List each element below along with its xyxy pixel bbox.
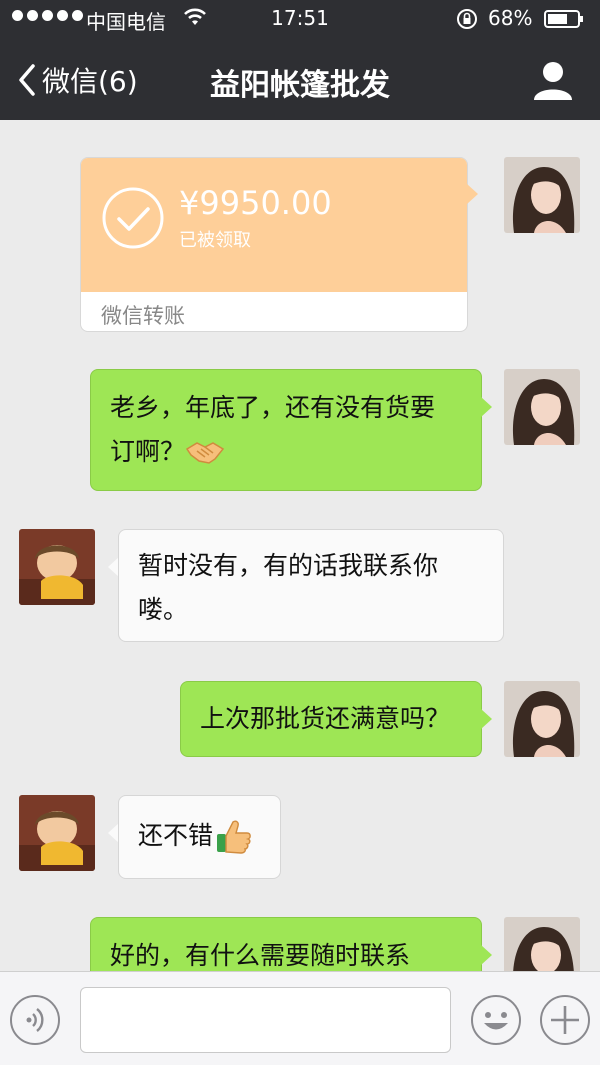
status-bar: 中国电信 17:51 68%	[0, 0, 600, 38]
transfer-amount: ¥9950.00	[179, 184, 332, 222]
bubble-tail	[467, 184, 478, 204]
bubble-tail	[481, 945, 492, 965]
message-text: 订啊？	[110, 437, 186, 466]
message-input[interactable]	[80, 987, 451, 1053]
top-bar: 中国电信 17:51 68% 微信(6) 益阳帐篷批发	[0, 0, 600, 120]
bubble-tail	[481, 709, 492, 729]
plus-icon[interactable]	[539, 994, 591, 1046]
voice-input-icon[interactable]	[9, 994, 61, 1046]
check-circle-icon	[102, 187, 164, 249]
transfer-card[interactable]: ¥9950.00 已被领取 微信转账	[80, 157, 468, 332]
my-avatar[interactable]	[504, 369, 580, 445]
message-bubble-contact[interactable]: 暂时没有，有的话我联系你 喽。	[118, 529, 504, 642]
message-text: 暂时没有，有的话我联系你	[138, 551, 439, 580]
transfer-footer-label: 微信转账	[101, 304, 185, 328]
my-avatar[interactable]	[504, 157, 580, 233]
input-bar	[0, 971, 600, 1065]
bubble-tail	[481, 397, 492, 417]
contact-avatar[interactable]	[19, 529, 95, 605]
emoji-icon[interactable]	[470, 994, 522, 1046]
message-bubble-me[interactable]: 上次那批货还满意吗？	[180, 681, 482, 757]
message-text: 喽。	[138, 595, 189, 624]
my-avatar[interactable]	[504, 681, 580, 757]
transfer-status: 已被领取	[179, 230, 251, 251]
message-text: 还不错	[138, 821, 214, 850]
thumbs-up-emoji-icon	[217, 820, 251, 854]
rotation-lock-icon	[457, 9, 477, 29]
battery-icon	[544, 10, 583, 28]
message-bubble-contact[interactable]: 还不错	[118, 795, 281, 879]
message-bubble-me[interactable]: 老乡，年底了，还有没有货要 订啊？	[90, 369, 482, 491]
handshake-emoji-icon	[185, 442, 225, 464]
nav-bar: 微信(6) 益阳帐篷批发	[0, 38, 600, 120]
profile-icon[interactable]	[532, 60, 574, 100]
message-text: 上次那批货还满意吗？	[200, 704, 451, 733]
contact-avatar[interactable]	[19, 795, 95, 871]
battery-percent: 68%	[488, 6, 533, 30]
chat-title: 益阳帐篷批发	[210, 68, 390, 103]
message-text: 老乡，年底了，还有没有货要	[110, 393, 436, 422]
